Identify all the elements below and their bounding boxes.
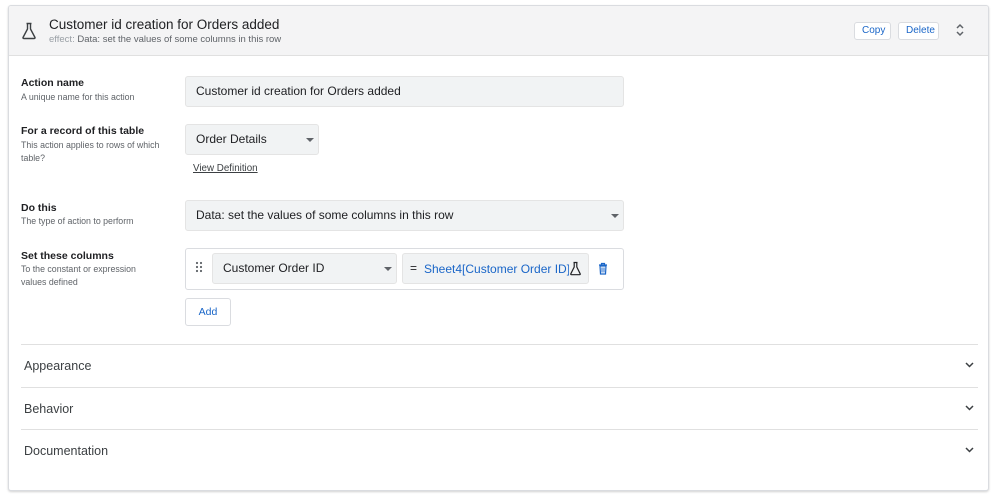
set-columns-label: Set these columns bbox=[21, 250, 114, 262]
chevron-down-icon bbox=[965, 447, 974, 453]
chevron-down-icon bbox=[965, 362, 974, 368]
chevron-down-icon bbox=[965, 405, 974, 411]
sort-icon[interactable] bbox=[954, 22, 966, 38]
delete-button[interactable]: Delete bbox=[898, 22, 939, 40]
caret-icon bbox=[611, 214, 619, 218]
section-documentation[interactable]: Documentation bbox=[21, 429, 978, 471]
section-behavior[interactable]: Behavior bbox=[21, 387, 978, 429]
do-this-help: The type of action to perform bbox=[21, 216, 134, 226]
section-appearance[interactable]: Appearance bbox=[21, 344, 978, 386]
action-title: Customer id creation for Orders added bbox=[49, 17, 280, 32]
expression-input[interactable]: = Sheet4[Customer Order ID] bbox=[402, 253, 589, 284]
copy-button[interactable]: Copy bbox=[854, 22, 891, 40]
action-header[interactable]: Customer id creation for Orders added ef… bbox=[9, 6, 988, 56]
view-definition-link[interactable]: View Definition bbox=[193, 163, 258, 174]
table-label: For a record of this table bbox=[21, 125, 145, 137]
table-help: This action applies to rows of which tab… bbox=[21, 140, 160, 163]
expression-text: Sheet4[Customer Order ID] bbox=[424, 262, 571, 276]
equals-sign: = bbox=[410, 261, 418, 275]
set-column-row: Customer Order ID = Sheet4[Customer Orde… bbox=[185, 248, 624, 290]
set-columns-help: To the constant or expression values def… bbox=[21, 264, 136, 287]
caret-icon bbox=[306, 138, 314, 142]
caret-icon bbox=[384, 267, 392, 271]
action-effect: effect: Data: set the values of some col… bbox=[49, 34, 281, 45]
flask-icon bbox=[22, 22, 36, 40]
flask-icon[interactable] bbox=[569, 261, 582, 276]
section-label: Behavior bbox=[24, 402, 74, 416]
do-this-label: Do this bbox=[21, 202, 57, 214]
effect-value: Data: set the values of some columns in … bbox=[77, 34, 282, 45]
section-label: Documentation bbox=[24, 444, 109, 458]
section-label: Appearance bbox=[24, 359, 92, 373]
trash-icon[interactable] bbox=[598, 262, 608, 275]
drag-handle-icon[interactable] bbox=[195, 261, 203, 273]
action-name-help: A unique name for this action bbox=[21, 92, 135, 102]
action-type-value: Data: set the values of some columns in … bbox=[196, 208, 454, 222]
action-name-label: Action name bbox=[21, 77, 85, 89]
action-name-input[interactable]: Customer id creation for Orders added bbox=[185, 76, 624, 107]
action-card: Customer id creation for Orders added ef… bbox=[8, 5, 989, 491]
column-select[interactable]: Customer Order ID bbox=[212, 253, 397, 284]
column-select-value: Customer Order ID bbox=[223, 261, 325, 275]
add-column-button[interactable]: Add bbox=[185, 298, 231, 326]
effect-label: effect: bbox=[49, 34, 75, 45]
table-select[interactable]: Order Details bbox=[185, 124, 319, 155]
action-type-select[interactable]: Data: set the values of some columns in … bbox=[185, 200, 624, 231]
table-select-value: Order Details bbox=[196, 132, 267, 146]
